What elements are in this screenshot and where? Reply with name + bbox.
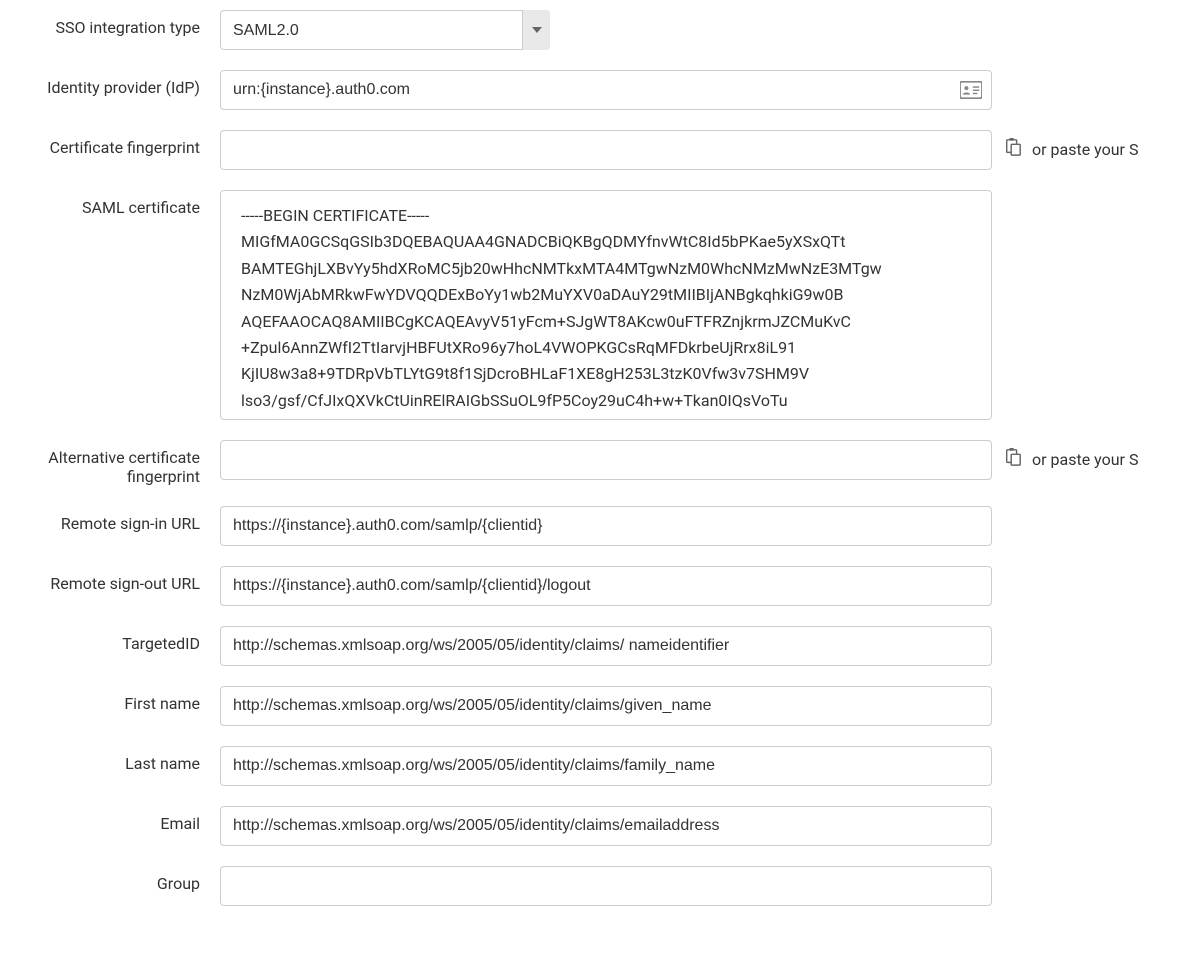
last-name-label: Last name [0, 746, 220, 773]
targeted-id-label: TargetedID [0, 626, 220, 653]
sso-type-select-wrap[interactable]: SAML2.0 [220, 10, 550, 50]
paste-icon[interactable] [1004, 448, 1022, 470]
paste-icon[interactable] [1004, 138, 1022, 160]
id-card-icon [960, 81, 982, 99]
alt-cert-fp-label: Alternative certificate fingerprint [0, 440, 220, 486]
targeted-id-input[interactable] [220, 626, 992, 666]
sso-type-label: SSO integration type [0, 10, 220, 37]
cert-fp-input[interactable] [220, 130, 992, 170]
email-input[interactable] [220, 806, 992, 846]
sso-type-select[interactable]: SAML2.0 [220, 10, 550, 50]
signin-url-input[interactable] [220, 506, 992, 546]
paste-hint: or paste your S [1032, 140, 1138, 159]
saml-cert-label: SAML certificate [0, 190, 220, 217]
saml-cert-textarea[interactable] [220, 190, 992, 420]
paste-hint-alt: or paste your S [1032, 450, 1138, 469]
signout-url-input[interactable] [220, 566, 992, 606]
first-name-label: First name [0, 686, 220, 713]
group-label: Group [0, 866, 220, 893]
alt-cert-fp-input[interactable] [220, 440, 992, 480]
group-input[interactable] [220, 866, 992, 906]
signin-url-label: Remote sign-in URL [0, 506, 220, 533]
email-label: Email [0, 806, 220, 833]
idp-input[interactable] [220, 70, 992, 110]
first-name-input[interactable] [220, 686, 992, 726]
signout-url-label: Remote sign-out URL [0, 566, 220, 593]
idp-label: Identity provider (IdP) [0, 70, 220, 97]
cert-fp-label: Certificate fingerprint [0, 130, 220, 157]
last-name-input[interactable] [220, 746, 992, 786]
